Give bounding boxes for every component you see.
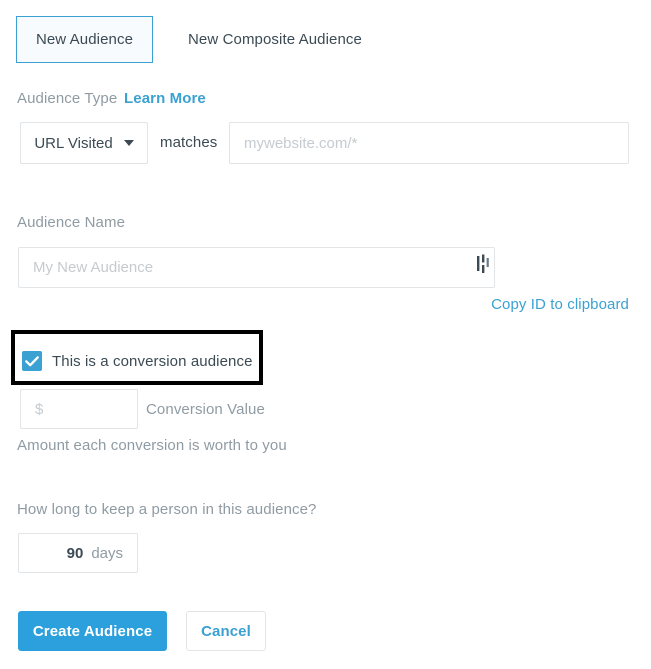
audience-type-select-value: URL Visited: [34, 134, 113, 152]
duration-unit-label: days: [91, 544, 123, 562]
audience-type-label: Audience Type: [17, 90, 118, 107]
audience-name-input[interactable]: [18, 247, 495, 288]
match-operator-label: matches: [160, 134, 218, 151]
duration-field[interactable]: days: [18, 533, 138, 573]
tab-new-audience[interactable]: New Audience: [16, 16, 153, 63]
duration-days-input[interactable]: [37, 544, 84, 562]
url-pattern-input[interactable]: [229, 122, 629, 164]
cancel-button-label: Cancel: [201, 622, 251, 640]
cancel-button[interactable]: Cancel: [186, 611, 266, 651]
duration-question-label: How long to keep a person in this audien…: [17, 501, 317, 518]
audience-name-label: Audience Name: [17, 214, 126, 231]
create-audience-button[interactable]: Create Audience: [18, 611, 167, 651]
create-audience-button-label: Create Audience: [32, 622, 153, 640]
conversion-audience-checkbox[interactable]: [22, 351, 42, 371]
conversion-audience-checkbox-label: This is a conversion audience: [52, 352, 253, 370]
conversion-value-help-text: Amount each conversion is worth to you: [17, 437, 287, 454]
tab-new-composite-audience[interactable]: New Composite Audience: [169, 16, 381, 63]
new-audience-form: New Audience New Composite Audience Audi…: [0, 0, 651, 669]
conversion-audience-checkbox-row[interactable]: This is a conversion audience: [22, 351, 253, 371]
audience-tab-bar: New Audience New Composite Audience: [16, 16, 381, 63]
tab-new-audience-label: New Audience: [35, 31, 134, 48]
check-icon: [25, 355, 39, 366]
copy-id-to-clipboard-link[interactable]: Copy ID to clipboard: [491, 296, 629, 313]
conversion-value-label: Conversion Value: [146, 401, 265, 418]
chevron-down-icon: [123, 140, 134, 146]
tab-new-composite-audience-label: New Composite Audience: [188, 31, 362, 48]
learn-more-link[interactable]: Learn More: [124, 90, 206, 107]
audience-type-select[interactable]: URL Visited: [20, 122, 148, 164]
conversion-value-input[interactable]: [20, 389, 138, 429]
